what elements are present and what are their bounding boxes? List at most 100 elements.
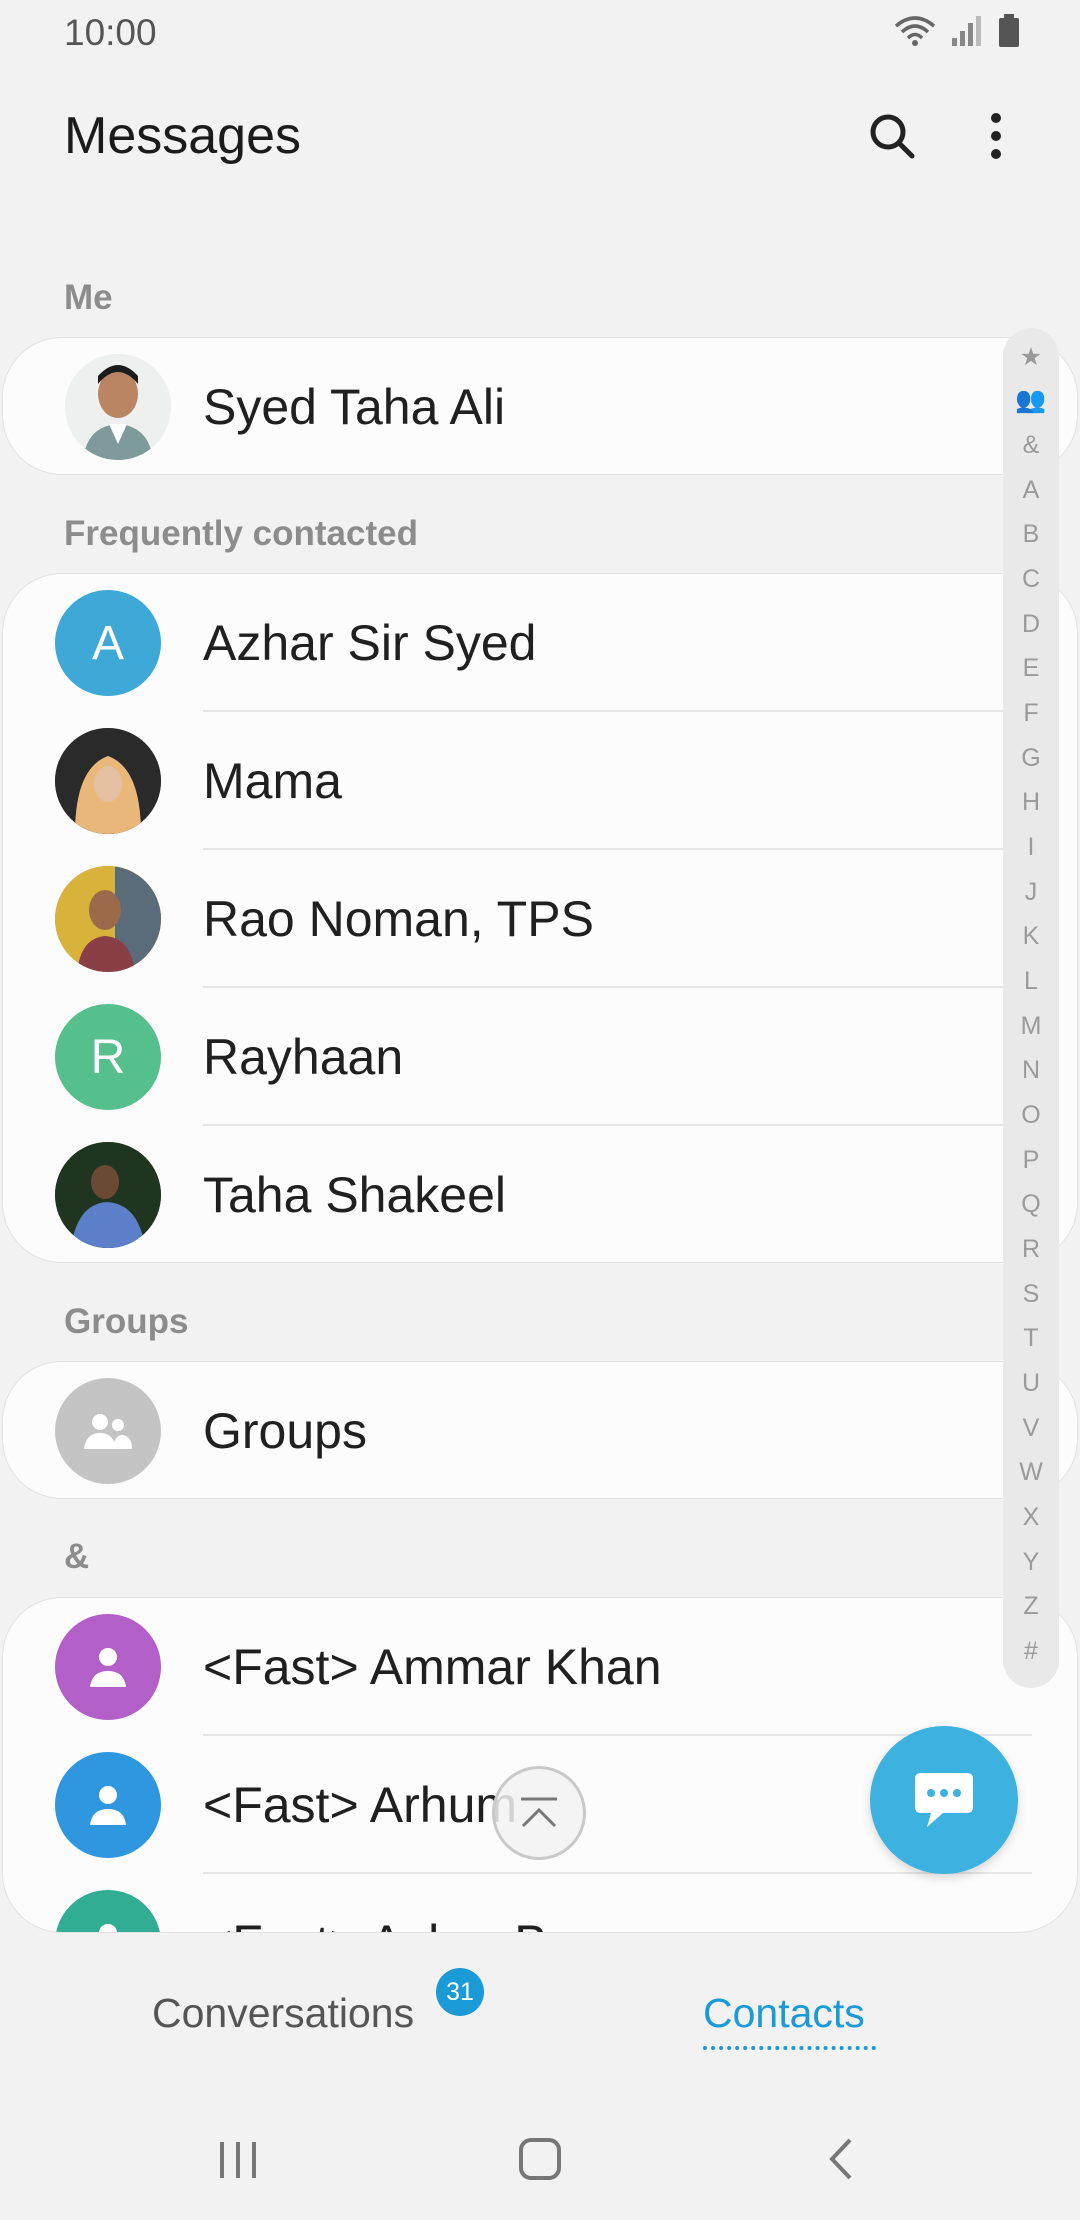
avatar: A <box>55 590 161 696</box>
contact-row[interactable]: <Fast> Ammar Khan <box>3 1598 1077 1736</box>
index-letter[interactable]: S <box>1003 1280 1059 1309</box>
index-letter[interactable]: D <box>1003 610 1059 639</box>
status-bar: 10:00 <box>0 0 1080 66</box>
profile-photo-icon <box>65 354 171 460</box>
index-letter[interactable]: L <box>1003 967 1059 996</box>
battery-icon <box>999 14 1019 47</box>
index-letter[interactable]: J <box>1003 878 1059 907</box>
groups-icon <box>84 1414 132 1449</box>
contact-row[interactable]: Taha Shakeel <box>3 1126 1077 1262</box>
index-letter[interactable]: N <box>1003 1056 1059 1085</box>
index-letter[interactable]: H <box>1003 788 1059 817</box>
index-letter[interactable]: Y <box>1003 1548 1059 1577</box>
index-letter[interactable]: I <box>1003 833 1059 862</box>
contact-name: Syed Taha Ali <box>203 379 506 435</box>
index-letter[interactable]: E <box>1003 654 1059 683</box>
avatar <box>55 1142 161 1248</box>
more-options-button[interactable] <box>968 106 1024 166</box>
index-letter[interactable]: # <box>1003 1637 1059 1666</box>
profile-photo-icon <box>55 728 161 834</box>
avatar-initial: A <box>91 616 124 670</box>
avatar <box>55 1752 161 1858</box>
index-letter[interactable]: V <box>1003 1414 1059 1443</box>
search-button[interactable] <box>862 106 922 166</box>
index-groups-icon[interactable]: 👥 <box>1003 386 1059 415</box>
frequent-card: A Azhar Sir Syed Mama Rao Noman, TPS R R… <box>2 573 1078 1263</box>
index-letter[interactable]: C <box>1003 565 1059 594</box>
contact-row[interactable]: R Rayhaan <box>3 988 1077 1126</box>
contact-row[interactable]: A Azhar Sir Syed <box>3 574 1077 712</box>
contact-row-me[interactable]: Syed Taha Ali <box>3 338 1077 474</box>
avatar-initial: R <box>90 1030 126 1084</box>
section-header-amp: & <box>64 1537 90 1576</box>
chat-bubble-icon <box>915 1773 973 1827</box>
bottom-tabs: Conversations 31 Contacts <box>0 1960 1080 2070</box>
index-letter[interactable]: F <box>1003 699 1059 728</box>
contact-name: Groups <box>203 1403 367 1459</box>
index-letter[interactable]: M <box>1003 1012 1059 1041</box>
profile-photo-icon <box>55 1142 161 1248</box>
index-letter[interactable]: & <box>1003 431 1059 460</box>
back-icon <box>829 2138 852 2180</box>
home-icon <box>519 2138 561 2180</box>
index-favorites-icon[interactable]: ★ <box>1003 342 1059 372</box>
index-letter[interactable]: R <box>1003 1235 1059 1264</box>
person-icon <box>90 1786 126 1825</box>
avatar <box>55 1378 161 1484</box>
back-button[interactable] <box>826 2136 856 2187</box>
contact-name: Azhar Sir Syed <box>203 615 537 671</box>
contact-name: <Fast> Ammar Khan <box>203 1639 662 1695</box>
index-letter[interactable]: T <box>1003 1324 1059 1353</box>
me-card: Syed Taha Ali <box>2 337 1078 475</box>
index-letter[interactable]: U <box>1003 1369 1059 1398</box>
compose-message-button[interactable] <box>870 1726 1018 1874</box>
avatar <box>55 1890 161 1932</box>
contact-name: Rao Noman, TPS <box>203 891 594 947</box>
contact-name: <Fast> Asbar Burney <box>203 1914 673 1932</box>
tab-conversations[interactable]: Conversations <box>152 1990 414 2037</box>
index-letter[interactable]: K <box>1003 922 1059 951</box>
index-letter[interactable]: G <box>1003 744 1059 773</box>
recent-apps-button[interactable] <box>216 2140 260 2185</box>
index-letter[interactable]: Z <box>1003 1592 1059 1621</box>
profile-photo-icon <box>55 866 161 972</box>
page-title: Messages <box>64 107 301 165</box>
index-letter[interactable]: Q <box>1003 1190 1059 1219</box>
index-letter[interactable]: X <box>1003 1503 1059 1532</box>
index-letter[interactable]: O <box>1003 1101 1059 1130</box>
section-header-groups: Groups <box>64 1302 189 1341</box>
groups-row[interactable]: Groups <box>3 1362 1077 1498</box>
recent-apps-icon <box>220 2142 256 2178</box>
contact-name: <Fast> Arhum <box>203 1777 518 1833</box>
app-bar: Messages <box>0 92 1080 188</box>
contact-row[interactable]: Rao Noman, TPS <box>3 850 1077 988</box>
avatar: R <box>55 1004 161 1110</box>
tab-contacts[interactable]: Contacts <box>703 1990 865 2037</box>
home-button[interactable] <box>517 2136 563 2187</box>
navigation-bar <box>0 2100 1080 2220</box>
signal-icon <box>952 16 981 46</box>
tab-selected-indicator <box>703 2046 876 2050</box>
more-vert-icon <box>991 113 1001 159</box>
groups-card: Groups <box>2 1361 1078 1499</box>
person-icon <box>90 1648 126 1687</box>
index-letter[interactable]: A <box>1003 476 1059 505</box>
wifi-icon <box>894 16 936 46</box>
index-letter[interactable]: P <box>1003 1146 1059 1175</box>
person-icon <box>99 1924 117 1932</box>
status-time: 10:00 <box>64 12 157 53</box>
unread-badge: 31 <box>436 1968 484 2016</box>
contact-row[interactable]: Mama <box>3 712 1077 850</box>
contact-name: Mama <box>203 753 342 809</box>
status-icons <box>894 14 1020 48</box>
contact-row[interactable]: <Fast> Asbar Burney <box>3 1874 1077 1932</box>
section-header-me: Me <box>64 278 113 317</box>
avatar <box>65 354 171 460</box>
scroll-to-top-button[interactable] <box>492 1766 586 1860</box>
avatar <box>55 1614 161 1720</box>
avatar <box>55 728 161 834</box>
index-letter[interactable]: W <box>1003 1458 1059 1487</box>
index-letter[interactable]: B <box>1003 520 1059 549</box>
chevron-up-icon <box>521 1797 557 1828</box>
index-scroller[interactable]: ★ 👥 & A B C D E F G H I J K L M N O P Q … <box>1003 328 1059 1688</box>
